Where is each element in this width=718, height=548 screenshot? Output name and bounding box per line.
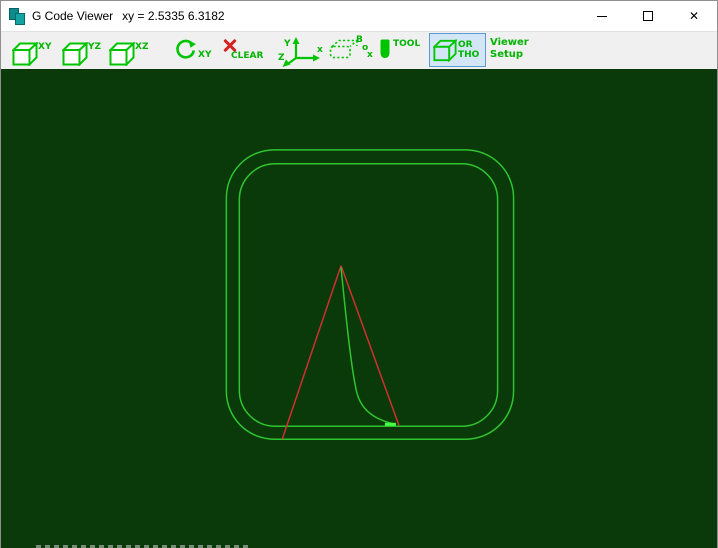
ortho-button[interactable]: OR THO [429, 33, 486, 67]
cube-icon [109, 42, 135, 66]
rotate-xy-label: XY [198, 50, 212, 60]
rapid-move-left-line [281, 265, 342, 440]
clear-x-icon [223, 38, 237, 53]
dashed-box-icon [329, 39, 359, 59]
clear-button[interactable]: CLEAR [223, 38, 265, 61]
close-button[interactable]: ✕ [671, 1, 717, 31]
app-icon [9, 8, 25, 25]
axes-x-label: x [317, 45, 323, 55]
cursor-coordinates-readout: xy = 2.5335 6.3182 [122, 9, 225, 23]
window-title: G Code Viewer [32, 9, 114, 23]
view-yz-button[interactable]: YZ [62, 42, 101, 66]
axes-origin-button[interactable]: Y x Z [278, 35, 326, 67]
cube-icon [433, 38, 457, 62]
ortho-label: OR THO [458, 40, 480, 60]
viewer-setup-line1: Viewer [490, 37, 529, 48]
viewport-canvas[interactable] [1, 69, 717, 548]
bounding-box-button[interactable]: B o x [329, 35, 377, 63]
outer-contour-path [225, 149, 515, 440]
axes-z-label: Z [278, 53, 285, 63]
minimize-button[interactable] [579, 1, 625, 31]
close-icon: ✕ [688, 9, 700, 23]
tool-label: TOOL [393, 39, 421, 49]
caption-buttons: ✕ [579, 1, 717, 31]
maximize-button[interactable] [625, 1, 671, 31]
axes-icon: Y x Z [278, 37, 323, 67]
toolbar: XY YZ XZ XY CLEAR Y x Z B o x TOOL OR TH… [1, 31, 717, 70]
view-xy-label: XY [38, 42, 52, 52]
view-yz-label: YZ [88, 42, 102, 52]
view-xz-button[interactable]: XZ [109, 42, 148, 66]
inner-contour-path [238, 163, 499, 428]
show-tool-button[interactable]: TOOL [379, 39, 420, 59]
viewer-setup-line2: Setup [490, 49, 524, 60]
feed-curve-path [340, 267, 397, 425]
toolpath-plot [225, 149, 515, 440]
maximize-icon [643, 11, 653, 21]
view-xz-label: XZ [135, 42, 149, 52]
view-xy-button[interactable]: XY [12, 42, 51, 66]
viewer-setup-button[interactable]: Viewer Setup [490, 37, 529, 61]
titlebar[interactable]: G Code Viewer xy = 2.5335 6.3182 ✕ [1, 1, 717, 31]
cube-icon [62, 42, 88, 66]
box-label-char: x [367, 50, 373, 60]
rotate-icon [176, 39, 196, 59]
axes-y-label: Y [283, 39, 291, 49]
tool-bit-icon [380, 39, 390, 58]
gcode-viewer-window: G Code Viewer xy = 2.5335 6.3182 ✕ XY YZ [0, 0, 718, 548]
cube-icon [12, 42, 38, 66]
minimize-icon [597, 15, 607, 17]
rotate-xy-button[interactable]: XY [172, 39, 211, 61]
clear-label: CLEAR [231, 51, 264, 61]
